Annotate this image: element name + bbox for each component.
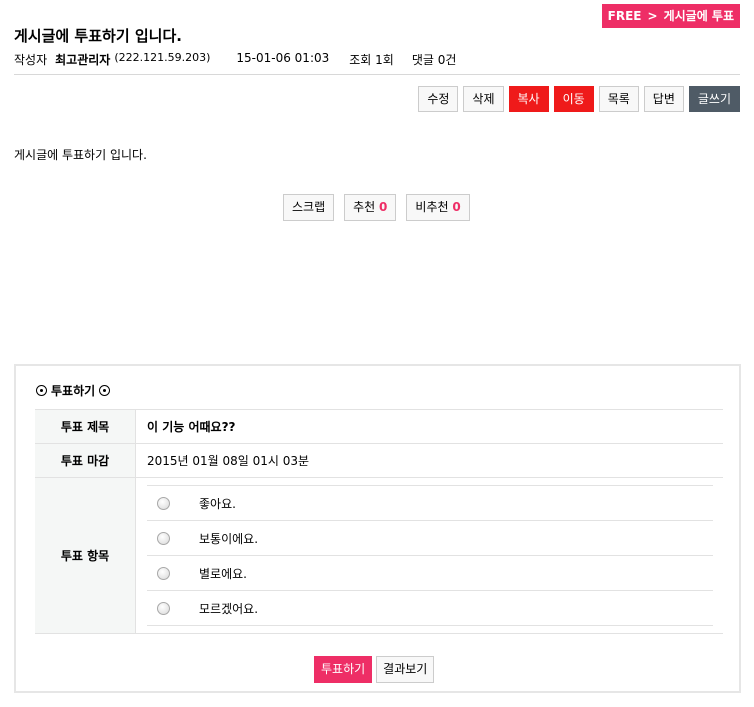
poll-option-label: 모르겠어요. bbox=[199, 601, 259, 616]
breadcrumb[interactable]: FREE > 게시글에 투표 bbox=[601, 4, 740, 28]
list-button[interactable]: 목록 bbox=[598, 86, 639, 112]
vote-button[interactable]: 투표하기 bbox=[314, 656, 373, 683]
move-button[interactable]: 이동 bbox=[553, 86, 594, 112]
copy-button[interactable]: 복사 bbox=[508, 86, 549, 112]
post-info: 작성자 최고관리자 (222.121.59.203) 15-01-06 01:0… bbox=[14, 51, 456, 68]
poll-option-label: 좋아요. bbox=[199, 496, 236, 511]
post-content: 게시글에 투표하기 입니다. bbox=[14, 148, 147, 162]
author-name[interactable]: 최고관리자 bbox=[55, 51, 110, 68]
edit-button[interactable]: 수정 bbox=[418, 86, 459, 112]
radio-button[interactable] bbox=[157, 531, 170, 545]
breadcrumb-separator: > bbox=[647, 9, 658, 23]
poll-table: 투표 제목 이 기능 어때요?? 투표 마감 2015년 01월 08일 01시… bbox=[35, 409, 723, 634]
scrap-button[interactable]: 스크랩 bbox=[283, 194, 335, 221]
poll-option-label: 별로에요. bbox=[199, 566, 247, 581]
poll-option[interactable]: 보통이에요. bbox=[147, 521, 713, 556]
not-recommend-count: 0 bbox=[452, 200, 461, 214]
poll-option[interactable]: 별로에요. bbox=[147, 556, 713, 591]
post-actions: 스크랩 추천 0 비추천 0 bbox=[283, 194, 470, 221]
poll-buttons: 투표하기 결과보기 bbox=[314, 656, 435, 683]
post-datetime: 15-01-06 01:03 bbox=[236, 51, 330, 65]
post-title: 게시글에 투표하기 입니다. bbox=[14, 27, 182, 45]
delete-button[interactable]: 삭제 bbox=[463, 86, 504, 112]
poll-heading: 투표하기 bbox=[36, 382, 111, 399]
radio-button[interactable] bbox=[157, 566, 170, 580]
poll-option[interactable]: 좋아요. bbox=[147, 485, 713, 521]
post-toolbar: 수정 삭제 복사 이동 목록 답변 글쓰기 bbox=[418, 86, 740, 112]
circle-dot-icon bbox=[36, 385, 47, 396]
radio-button[interactable] bbox=[157, 601, 170, 615]
poll-subject: 이 기능 어때요?? bbox=[135, 409, 723, 444]
write-button[interactable]: 글쓰기 bbox=[688, 86, 740, 112]
recommend-button[interactable]: 추천 0 bbox=[344, 194, 397, 221]
poll-subject-label: 투표 제목 bbox=[35, 409, 136, 444]
poll-deadline-label: 투표 마감 bbox=[35, 443, 136, 478]
poll-deadline: 2015년 01월 08일 01시 03분 bbox=[135, 443, 723, 478]
results-button[interactable]: 결과보기 bbox=[376, 656, 435, 683]
poll-option-label: 보통이에요. bbox=[199, 531, 259, 546]
recommend-label: 추천 bbox=[353, 200, 376, 214]
breadcrumb-post: 게시글에 투표 bbox=[663, 9, 734, 23]
author-ip: (222.121.59.203) bbox=[114, 51, 211, 64]
author-label: 작성자 bbox=[14, 53, 48, 67]
comment-count: 댓글 0건 bbox=[411, 53, 457, 67]
not-recommend-label: 비추천 bbox=[415, 200, 449, 214]
poll-option[interactable]: 모르겠어요. bbox=[147, 591, 713, 626]
poll-options: 좋아요. 보통이에요. 별로에요. 모르겠어요. bbox=[135, 477, 723, 634]
divider bbox=[14, 74, 740, 75]
poll-heading-text: 투표하기 bbox=[51, 384, 96, 398]
reply-button[interactable]: 답변 bbox=[643, 86, 684, 112]
poll-box: 투표하기 투표 제목 이 기능 어때요?? 투표 마감 2015년 01월 08… bbox=[14, 364, 741, 693]
view-count: 조회 1회 bbox=[349, 53, 394, 67]
poll-items-label: 투표 항목 bbox=[35, 477, 136, 634]
recommend-count: 0 bbox=[379, 200, 388, 214]
not-recommend-button[interactable]: 비추천 0 bbox=[406, 194, 470, 221]
breadcrumb-category[interactable]: FREE bbox=[608, 4, 642, 28]
circle-dot-icon bbox=[99, 385, 111, 396]
radio-button[interactable] bbox=[157, 496, 170, 510]
